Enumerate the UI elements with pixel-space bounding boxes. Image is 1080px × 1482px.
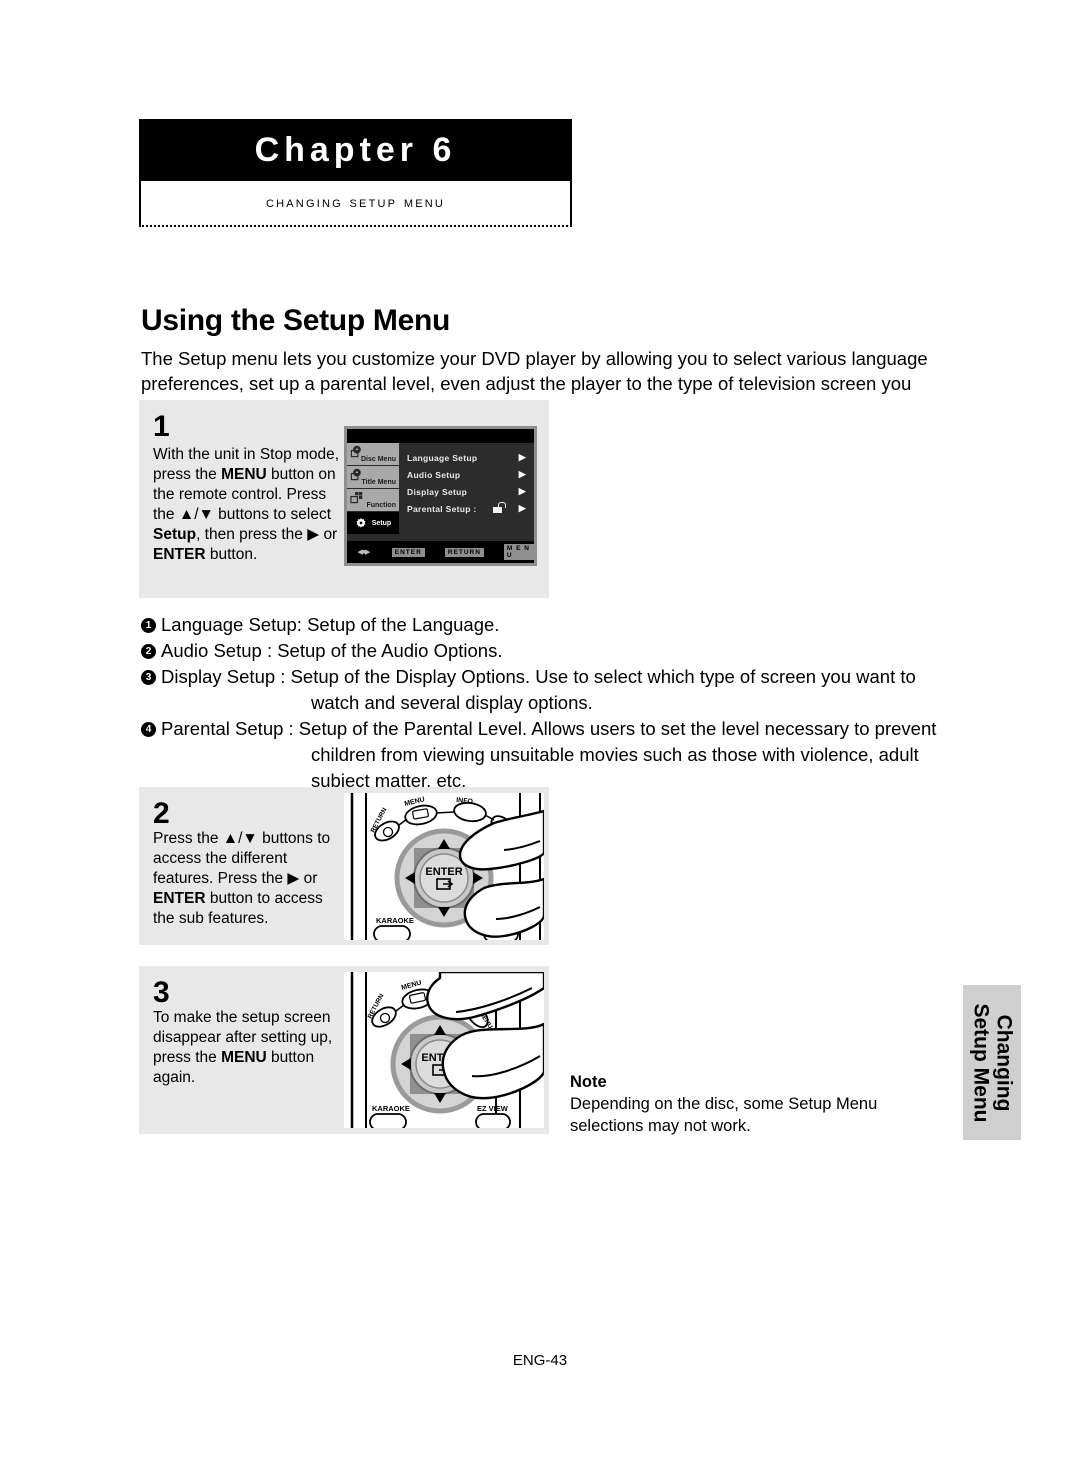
tv-menu-label: Display Setup [407, 486, 468, 497]
tv-top-bar [347, 429, 534, 443]
disc-menu-icon [350, 445, 363, 458]
svg-text:ENTER: ENTER [425, 866, 462, 878]
bullet-number-2: 2 [141, 638, 161, 664]
dpad-icon: ◀■▶ [357, 548, 370, 556]
tv-sidebar-label: Setup [371, 519, 392, 527]
function-icon [350, 491, 363, 504]
tv-menu-row-display-setup[interactable]: Display Setup ▶ [407, 483, 534, 500]
bullet-number-4: 4 [141, 716, 161, 794]
tv-menu-row-audio-setup[interactable]: Audio Setup ▶ [407, 466, 534, 483]
tv-menu-label: Parental Setup : [407, 503, 477, 514]
step-text-1: With the unit in Stop mode, press the ME… [153, 446, 340, 563]
tv-menu-label: Audio Setup [407, 469, 461, 480]
chapter-header: Chapter 6 Changing Setup menu [139, 119, 572, 227]
tv-btn-enter[interactable]: ENTER [391, 547, 425, 557]
setup-options-list: 1 Language Setup: Setup of the Language.… [141, 612, 941, 794]
tv-btn-return[interactable]: RETURN [444, 547, 484, 557]
tv-sidebar-item-setup[interactable]: Setup [347, 512, 399, 535]
tv-sidebar-item-function[interactable]: Function [347, 489, 399, 512]
tv-menu-row-parental-setup[interactable]: Parental Setup : ▶ [407, 500, 534, 517]
setup-gear-icon [355, 517, 368, 530]
tv-sidebar-item-disc-menu[interactable]: Disc Menu [347, 443, 399, 466]
step-box-1: 1 With the unit in Stop mode, press the … [139, 400, 549, 598]
list-item-text: Parental Setup : Setup of the Parental L… [161, 716, 941, 794]
remote-control-illustration-step2: RETURN MENU INFO CLR ENTER [344, 793, 544, 940]
title-menu-icon [350, 468, 363, 481]
side-tab-line-2: Setup Menu [969, 1003, 992, 1122]
lock-icon [492, 501, 506, 513]
tv-bottom-bar: ◀■▶ ENTER RETURN M E N U [347, 541, 534, 563]
chapter-title-bar: Chapter 6 [139, 119, 572, 181]
note-heading: Note [570, 1073, 607, 1091]
page-title: Using the Setup Menu [141, 304, 451, 338]
tv-sidebar-label: Disc Menu [360, 456, 396, 463]
tv-menu-row-language-setup[interactable]: Language Setup ▶ [407, 449, 534, 466]
chapter-subtitle: Changing Setup menu [265, 194, 446, 211]
chevron-right-icon: ▶ [518, 469, 526, 479]
step-number-3: 3 [153, 976, 170, 1009]
chapter-subtitle-bar: Changing Setup menu [139, 181, 572, 227]
step-box-3: 3 To make the setup screen disappear aft… [139, 966, 549, 1134]
step-text-2: Press the ▲/▼ buttons to access the diff… [153, 830, 331, 927]
tv-sidebar: Disc Menu Title Menu Function Setup [347, 443, 399, 541]
list-item: 1 Language Setup: Setup of the Language. [141, 612, 941, 638]
svg-text:KARAOKE: KARAOKE [372, 1104, 410, 1113]
tv-body: Disc Menu Title Menu Function Setup Lang… [347, 443, 534, 541]
note-block: Note Depending on the disc, some Setup M… [570, 1071, 940, 1137]
note-body: Depending on the disc, some Setup Menu s… [570, 1095, 878, 1135]
chevron-right-icon: ▶ [518, 486, 526, 496]
tv-sidebar-item-title-menu[interactable]: Title Menu [347, 466, 399, 489]
list-item-text: Language Setup: Setup of the Language. [161, 614, 500, 635]
side-tab-label: Changing Setup Menu [969, 1003, 1015, 1122]
list-item: 3 Display Setup : Setup of the Display O… [141, 664, 941, 716]
chevron-right-icon: ▶ [518, 503, 526, 513]
list-item-text: Display Setup : Setup of the Display Opt… [161, 664, 941, 716]
svg-text:KARAOKE: KARAOKE [376, 916, 414, 925]
step-number-1: 1 [153, 410, 170, 443]
step-box-2: 2 Press the ▲/▼ buttons to access the di… [139, 787, 549, 945]
step-text-3: To make the setup screen disappear after… [153, 1009, 333, 1086]
list-item: 4 Parental Setup : Setup of the Parental… [141, 716, 941, 794]
remote-control-illustration-step3: RETURN MENU DISC MENU ENTER [344, 972, 544, 1128]
chapter-title: Chapter 6 [254, 130, 457, 169]
bullet-number-1: 1 [141, 612, 161, 638]
list-item: 2 Audio Setup : Setup of the Audio Optio… [141, 638, 941, 664]
svg-text:EZ VIEW: EZ VIEW [477, 1104, 509, 1113]
tv-sidebar-label: Function [366, 502, 396, 509]
tv-btn-menu[interactable]: M E N U [503, 544, 534, 560]
chevron-right-icon: ▶ [518, 452, 526, 462]
tv-menu-label: Language Setup [407, 452, 478, 463]
page-footer: ENG-43 [512, 1352, 568, 1369]
tv-menu-list: Language Setup ▶ Audio Setup ▶ Display S… [399, 443, 534, 541]
tv-screen-inner: Disc Menu Title Menu Function Setup Lang… [347, 429, 534, 563]
list-item-text: Audio Setup : Setup of the Audio Options… [161, 640, 503, 661]
side-tab-changing-setup-menu: Changing Setup Menu [963, 985, 1021, 1140]
step-number-2: 2 [153, 797, 170, 830]
tv-sidebar-label: Title Menu [361, 479, 396, 486]
list-item-continuation: watch and several display options. [311, 692, 593, 713]
bullet-number-3: 3 [141, 664, 161, 716]
tv-setup-screen: Disc Menu Title Menu Function Setup Lang… [344, 426, 537, 566]
side-tab-line-1: Changing [992, 1014, 1015, 1111]
